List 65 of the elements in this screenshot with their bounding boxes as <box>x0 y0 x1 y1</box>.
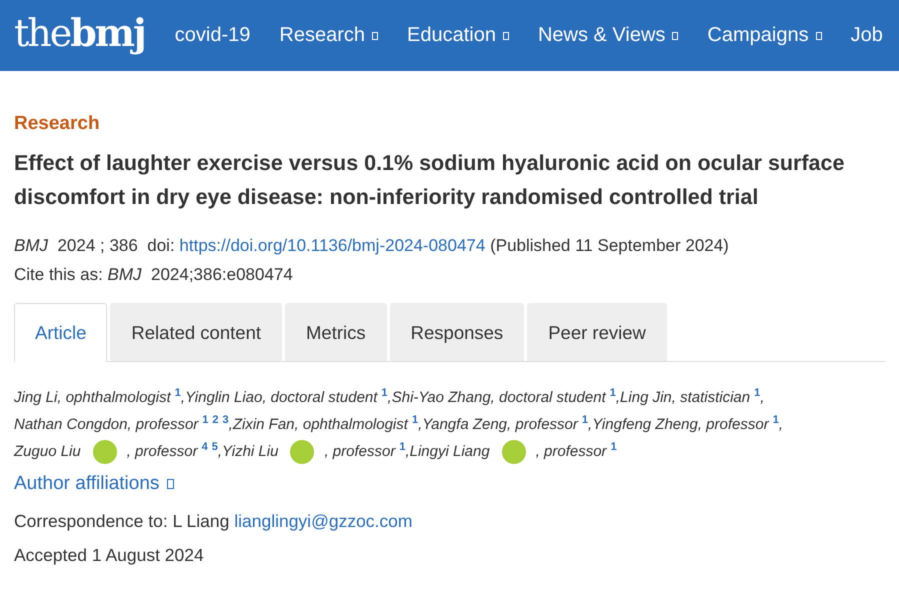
author-name: Yingfeng Zheng, professor <box>592 416 769 433</box>
accepted-date: Accepted 1 August 2024 <box>14 545 205 566</box>
separator: , <box>228 416 233 433</box>
tab[interactable]: Metrics <box>285 303 387 361</box>
affiliation-number[interactable]: 1 <box>202 414 208 426</box>
tab[interactable]: Article <box>14 303 108 362</box>
tab[interactable]: Peer review <box>527 303 667 361</box>
published-date: (Published 11 September 2024) <box>490 236 729 255</box>
affiliation-number[interactable]: 1 <box>381 387 388 399</box>
author-name: Yizhi Liu <box>222 443 278 460</box>
author-name: Zuguo Liu <box>14 443 81 460</box>
affiliation-number[interactable]: 1 <box>610 387 616 399</box>
author-name: Zixin Fan, ophthalmologist <box>232 416 408 433</box>
doi-link[interactable]: https://doi.org/10.1136/bmj-2024-080474 <box>179 236 486 255</box>
nav-link[interactable]: Research <box>279 24 378 47</box>
square-icon <box>167 479 174 489</box>
tab[interactable]: Responses <box>390 303 524 361</box>
journal-name: BMJ <box>108 265 142 284</box>
affiliation-number[interactable]: 3 <box>222 414 229 426</box>
affiliation-number[interactable]: 5 <box>212 441 218 453</box>
author-name: Jing Li, ophthalmologist <box>14 389 171 406</box>
tab[interactable]: Related content <box>110 303 282 361</box>
author-name: Ling Jin, statistician <box>620 389 750 406</box>
separator: , <box>588 416 592 433</box>
cite-label: Cite this as: <box>14 265 103 284</box>
citation-reference: 2024;386:e080474 <box>151 265 293 284</box>
separator: , <box>180 389 186 406</box>
separator: , <box>616 389 620 406</box>
affiliation-number[interactable]: 1 <box>412 414 418 426</box>
author-affiliations-link[interactable]: Author affiliations <box>14 473 174 495</box>
separator: , <box>218 443 222 460</box>
author-name: Lingyi Liang <box>410 443 490 460</box>
author-role: , professor <box>126 443 198 460</box>
affiliation-number[interactable]: 1 <box>610 441 617 453</box>
volume-text: 2024 ; 386 <box>57 236 138 255</box>
affiliation-number[interactable]: 1 <box>174 387 181 399</box>
author-name: Yangfa Zeng, professor <box>422 416 578 433</box>
separator: , <box>388 389 392 406</box>
article-title: Effect of laughter exercise versus 0.1% sodium hyaluronic acid on ocular surface discomfort in dry eye disease: non-inferiority randomised controlled trial <box>14 150 846 211</box>
author-name: Shi-Yao Zhang, doctoral student <box>392 389 606 406</box>
affiliation-number[interactable]: 1 <box>399 441 406 453</box>
logo[interactable]: thebmj <box>14 10 145 55</box>
author-role: , professor <box>324 443 396 460</box>
nav-link[interactable]: News & Views <box>538 24 678 47</box>
separator: , <box>778 416 783 433</box>
nav-link[interactable]: covid-19 <box>174 24 250 47</box>
separator: , <box>418 416 422 433</box>
affiliation-number[interactable]: 2 <box>212 414 219 426</box>
nav-link[interactable]: Education <box>406 24 509 47</box>
affiliation-number[interactable]: 4 <box>202 441 208 453</box>
correspondence-label: Correspondence to: L Liang <box>14 511 230 531</box>
nav-link[interactable]: Campaigns <box>707 24 822 47</box>
doi-label: doi: <box>147 236 175 255</box>
section-label: Research <box>14 113 101 135</box>
nav-link[interactable]: Job <box>850 24 883 47</box>
affiliation-number[interactable]: 1 <box>772 414 779 426</box>
author-name: Yinglin Liao, doctoral student <box>185 389 378 406</box>
affiliation-number[interactable]: 1 <box>582 414 588 426</box>
author-name: Nathan Congdon, professor <box>14 416 198 433</box>
separator: , <box>760 389 764 406</box>
journal-name: BMJ <box>14 236 48 255</box>
email-link[interactable]: lianglingyi@gzzoc.com <box>234 511 412 531</box>
separator: , <box>405 443 410 460</box>
affiliation-number[interactable]: 1 <box>754 387 760 399</box>
author-role: , professor <box>536 443 607 460</box>
